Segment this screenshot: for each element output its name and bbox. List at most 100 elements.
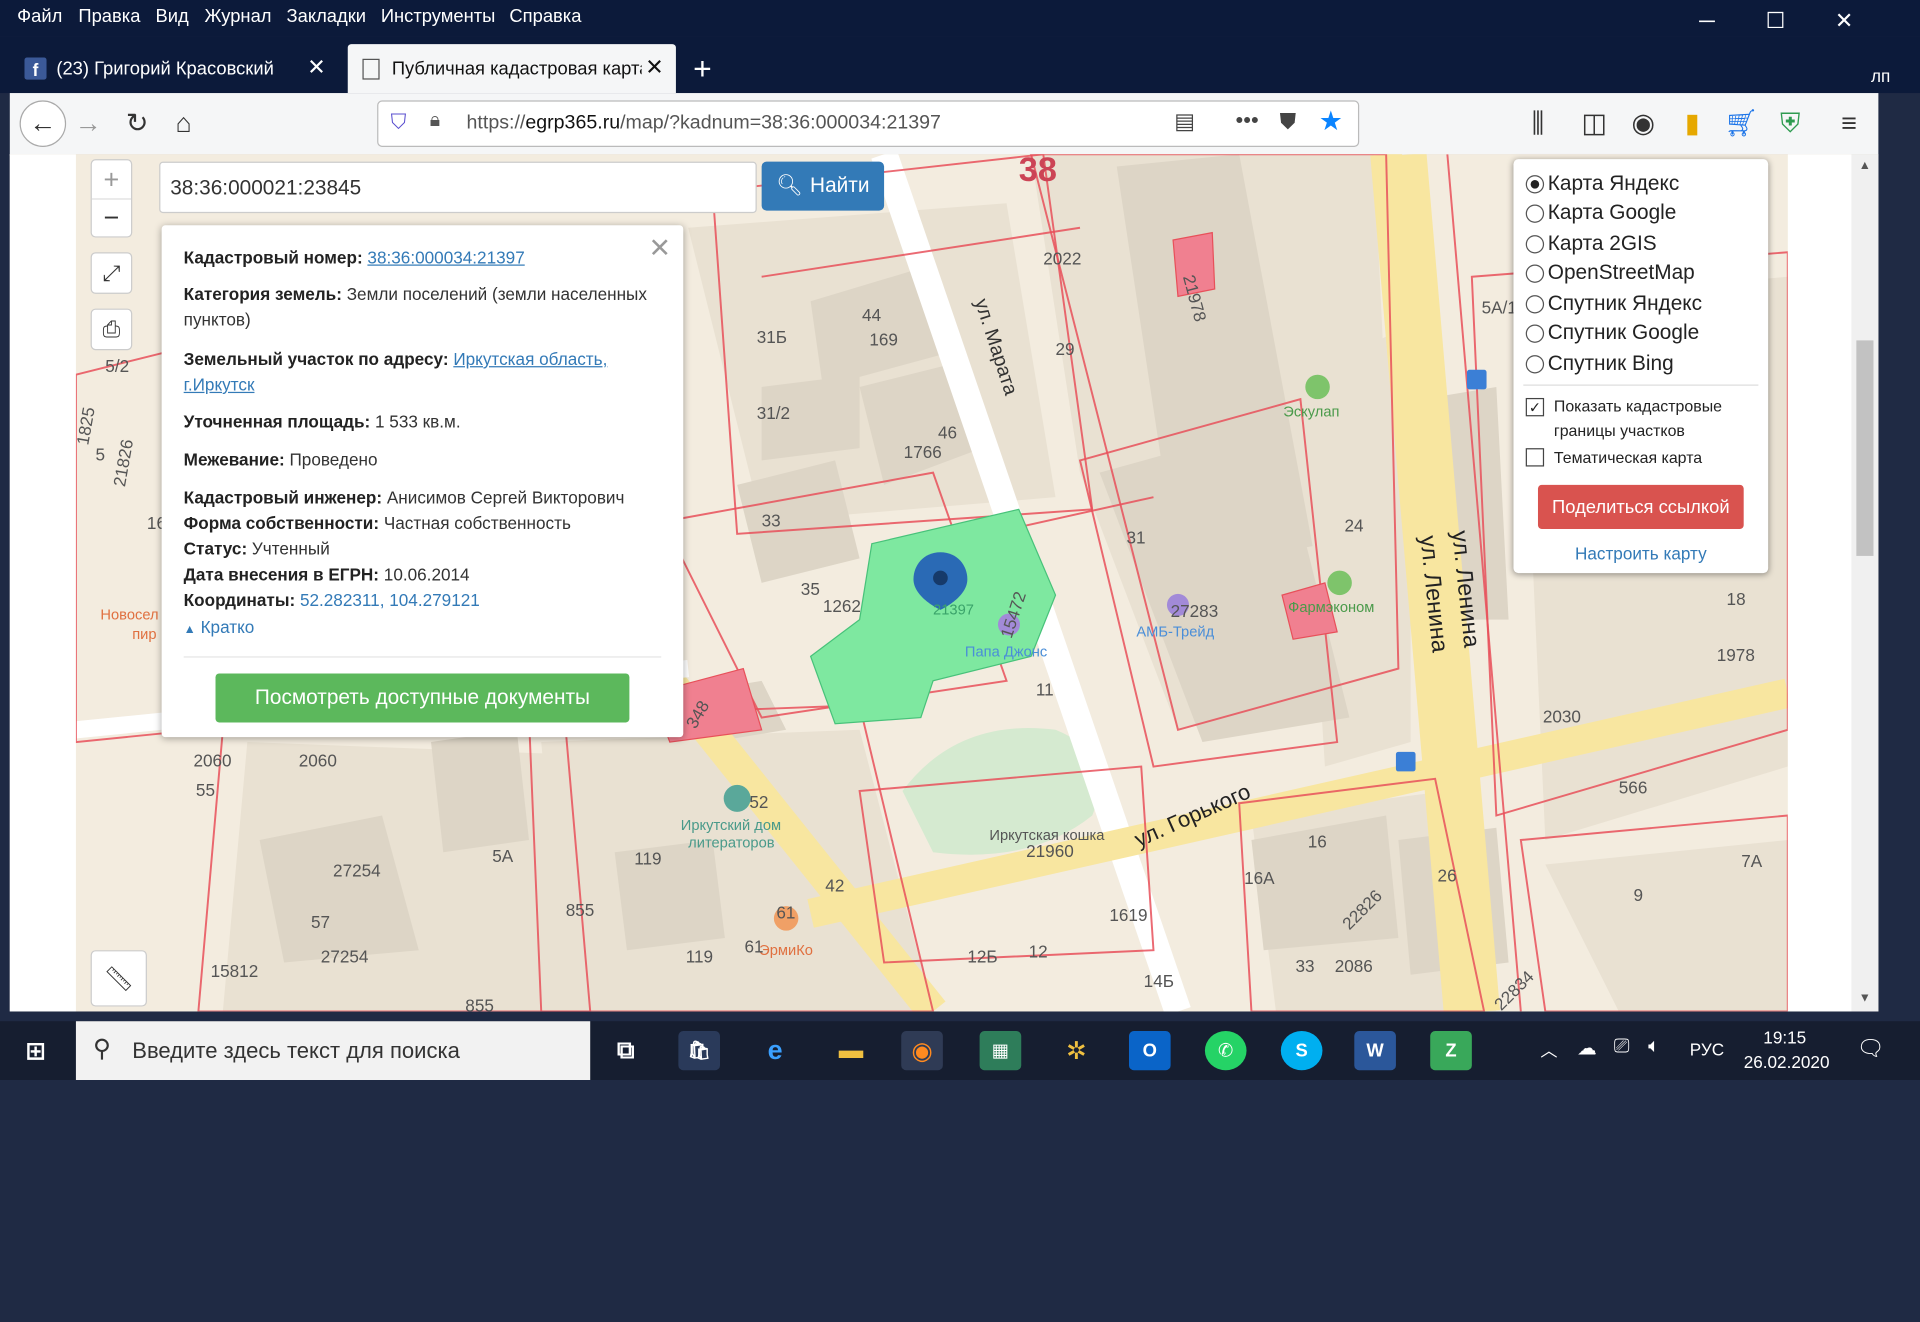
menu-edit[interactable]: Правка [78,6,140,27]
svg-text:46: 46 [938,422,957,442]
ruler-button[interactable]: 📏︎ [90,950,147,1007]
lock-icon[interactable]: 🔒︎ [430,110,440,132]
menu-view[interactable]: Вид [156,6,189,27]
bus-stop-icon [1395,751,1416,772]
layer-google-map[interactable]: Карта Google [1525,201,1676,225]
app-green-icon[interactable]: ▦ [979,1031,1022,1071]
scroll-up-icon[interactable]: ▲ [1859,159,1871,172]
radio[interactable] [1525,234,1545,253]
share-link-button[interactable]: Поделиться ссылкой [1537,484,1744,529]
app-z-icon[interactable]: Z [1430,1031,1472,1071]
extension-flag-icon[interactable]: ▮ [1675,108,1709,140]
volume-icon[interactable]: 🔈︎ [1648,1036,1660,1058]
layer-2gis-map[interactable]: Карта 2GIS [1525,231,1657,255]
word-icon[interactable]: W [1354,1031,1396,1071]
windows-start-icon[interactable]: ⊞ [15,1031,57,1070]
kad-number-link[interactable]: 38:36:000034:21397 [367,247,524,267]
radio[interactable] [1525,294,1545,313]
more-actions-icon[interactable]: ••• [1236,108,1259,134]
zoom-out-button[interactable]: − [91,197,132,236]
skype-icon[interactable]: S [1280,1031,1323,1071]
thematic-map-toggle[interactable]: Тематическая карта [1525,448,1702,467]
url-bar[interactable]: ⛉ 🔒︎ https://egrp365.ru/map/?kadnum=38:3… [377,100,1360,147]
tab-facebook[interactable]: f (23) Григорий Красовский ✕ [17,44,338,93]
cadastral-search-input[interactable]: 38:36:000021:23845 [159,161,757,214]
radio-selected[interactable] [1525,174,1545,193]
account-icon[interactable]: ◉ [1626,108,1660,140]
cadastral-toggle-line-1: Показать кадастровые [1553,396,1723,416]
svg-text:29: 29 [1056,339,1075,359]
layer-osm[interactable]: OpenStreetMap [1525,261,1695,285]
svg-text:855: 855 [465,995,494,1011]
menu-help[interactable]: Справка [509,6,581,27]
security-extension-icon[interactable]: ⛨ [1773,108,1807,140]
survey-value: Проведено [289,449,378,469]
tray-chevron-icon[interactable]: ︿ [1540,1038,1557,1062]
print-button[interactable]: ⎙ [90,308,133,351]
store-icon[interactable]: 🛍︎ [678,1031,721,1071]
layer-yandex-satellite[interactable]: Спутник Яндекс [1525,291,1702,315]
scrollbar-thumb[interactable] [1856,340,1874,556]
reader-view-icon[interactable]: ▤ [1174,109,1195,135]
minimize-icon[interactable]: ─ [1673,0,1742,42]
svg-text:31Б: 31Б [757,327,787,347]
network-icon[interactable]: ⎚ [1614,1036,1630,1058]
menu-bookmarks[interactable]: Закладки [287,6,366,27]
fullscreen-button[interactable]: ⤢ [90,252,133,294]
cloud-icon[interactable]: ☁ [1577,1036,1597,1060]
back-button[interactable]: ← [19,100,67,147]
coord-label: Координаты: [183,590,296,610]
task-view-icon[interactable]: ⧉ [605,1031,647,1070]
layer-yandex-map[interactable]: Карта Яндекс [1525,171,1679,195]
page-scrollbar[interactable]: ▲ ▼ [1851,154,1879,1012]
reload-button[interactable]: ↻ [120,108,154,140]
menu-history[interactable]: Журнал [204,6,271,27]
layer-bing-satellite[interactable]: Спутник Bing [1525,351,1674,375]
radio[interactable] [1525,263,1545,283]
scroll-down-icon[interactable]: ▼ [1859,992,1871,1005]
taskbar-search-box[interactable]: ⚲ Введите здесь текст для поиска [75,1021,591,1081]
coordinates-link[interactable]: 52.282311, 104.279121 [300,590,480,610]
edge-icon[interactable]: e [754,1031,796,1070]
checkbox-checked[interactable]: ✓ [1525,397,1545,417]
maximize-icon[interactable]: ☐ [1741,0,1810,42]
layer-google-satellite[interactable]: Спутник Google [1525,321,1699,345]
forward-button[interactable]: → [71,108,105,140]
clock-date[interactable]: 26.02.2020 [1744,1052,1830,1072]
new-tab-button[interactable]: + [693,44,722,93]
radio[interactable] [1525,323,1545,343]
home-button[interactable]: ⌂ [167,108,201,140]
url-text[interactable]: https://egrp365.ru/map/?kadnum=38:36:000… [467,113,941,135]
menu-tools[interactable]: Инструменты [381,6,496,27]
whatsapp-icon[interactable]: ✆ [1204,1031,1247,1071]
zoom-in-button[interactable]: + [104,161,120,198]
outlook-icon[interactable]: O [1128,1031,1171,1071]
menu-file[interactable]: Файл [17,6,62,27]
find-button[interactable]: 🔍︎ Найти [761,161,885,211]
app-wheel-icon[interactable]: ✲ [1056,1031,1098,1070]
tab-cadastral-map[interactable]: Публичная кадастровая карта ✕ [347,44,676,94]
hamburger-menu-icon[interactable]: ≡ [1832,108,1866,140]
library-icon[interactable]: ⫼ [1521,108,1555,140]
radio[interactable] [1525,203,1545,223]
bookmark-star-icon[interactable]: ★ [1319,105,1343,137]
checkbox[interactable] [1525,448,1545,467]
close-tab-icon[interactable]: ✕ [307,55,325,81]
firefox-icon[interactable]: ◉ [901,1031,943,1071]
brief-toggle[interactable]: ▲ Кратко [184,615,662,643]
notifications-icon[interactable]: 🗨︎ [1856,1036,1884,1062]
file-explorer-icon[interactable]: ▬ [830,1031,872,1070]
shield-icon[interactable]: ⛉ [391,110,407,134]
radio[interactable] [1525,354,1545,373]
clock-time[interactable]: 19:15 [1763,1027,1806,1047]
search-icon: ⚲ [93,1035,112,1063]
cadastral-borders-toggle[interactable]: ✓ Показать кадастровые границы участков [1525,394,1723,443]
close-tab-icon[interactable]: ✕ [645,55,663,81]
pocket-icon[interactable]: ⛊ [1280,109,1297,135]
cart-icon[interactable]: 🛒︎ [1724,108,1758,140]
view-documents-button[interactable]: Посмотреть доступные документы [215,673,630,723]
language-indicator[interactable]: РУС [1690,1040,1724,1060]
configure-map-link[interactable]: Настроить карту [1513,544,1768,564]
close-window-icon[interactable]: ✕ [1810,0,1879,42]
sidebar-icon[interactable]: ◫ [1577,108,1611,140]
